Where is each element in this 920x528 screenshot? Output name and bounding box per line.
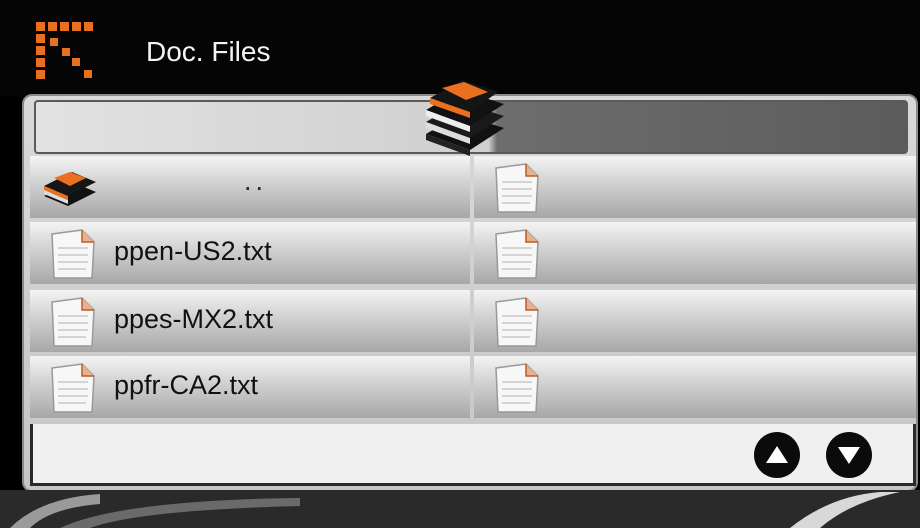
folder-stack-icon — [44, 172, 96, 206]
file-name: ppfr-CA2.txt — [114, 370, 259, 400]
list-item-file[interactable] — [474, 356, 916, 418]
decorative-swoosh — [0, 490, 920, 528]
list-item-file[interactable] — [474, 222, 916, 284]
arrow-down-icon — [838, 447, 860, 464]
corner-logo-icon — [36, 22, 93, 79]
list-item-file[interactable]: ppen-US2.txt — [30, 222, 470, 284]
scroll-up-button[interactable] — [754, 432, 800, 478]
file-name: ppes-MX2.txt — [114, 304, 274, 334]
list-item-parent-folder[interactable]: .. — [30, 156, 470, 218]
file-name: ppen-US2.txt — [114, 236, 272, 266]
folder-stack-icon — [426, 80, 504, 156]
document-icon — [495, 163, 539, 213]
document-icon — [51, 297, 95, 347]
list-item-file[interactable]: ppfr-CA2.txt — [30, 356, 470, 418]
document-icon — [51, 363, 95, 413]
parent-folder-label: .. — [244, 166, 268, 196]
list-item-file[interactable] — [474, 156, 916, 218]
scroll-down-button[interactable] — [826, 432, 872, 478]
page-title: Doc. Files — [146, 36, 271, 67]
list-item-file[interactable]: ppes-MX2.txt — [30, 290, 470, 352]
document-icon — [495, 297, 539, 347]
document-icon — [495, 229, 539, 279]
arrow-up-icon — [766, 446, 788, 463]
document-icon — [495, 363, 539, 413]
list-item-file[interactable] — [474, 290, 916, 352]
document-icon — [51, 229, 95, 279]
